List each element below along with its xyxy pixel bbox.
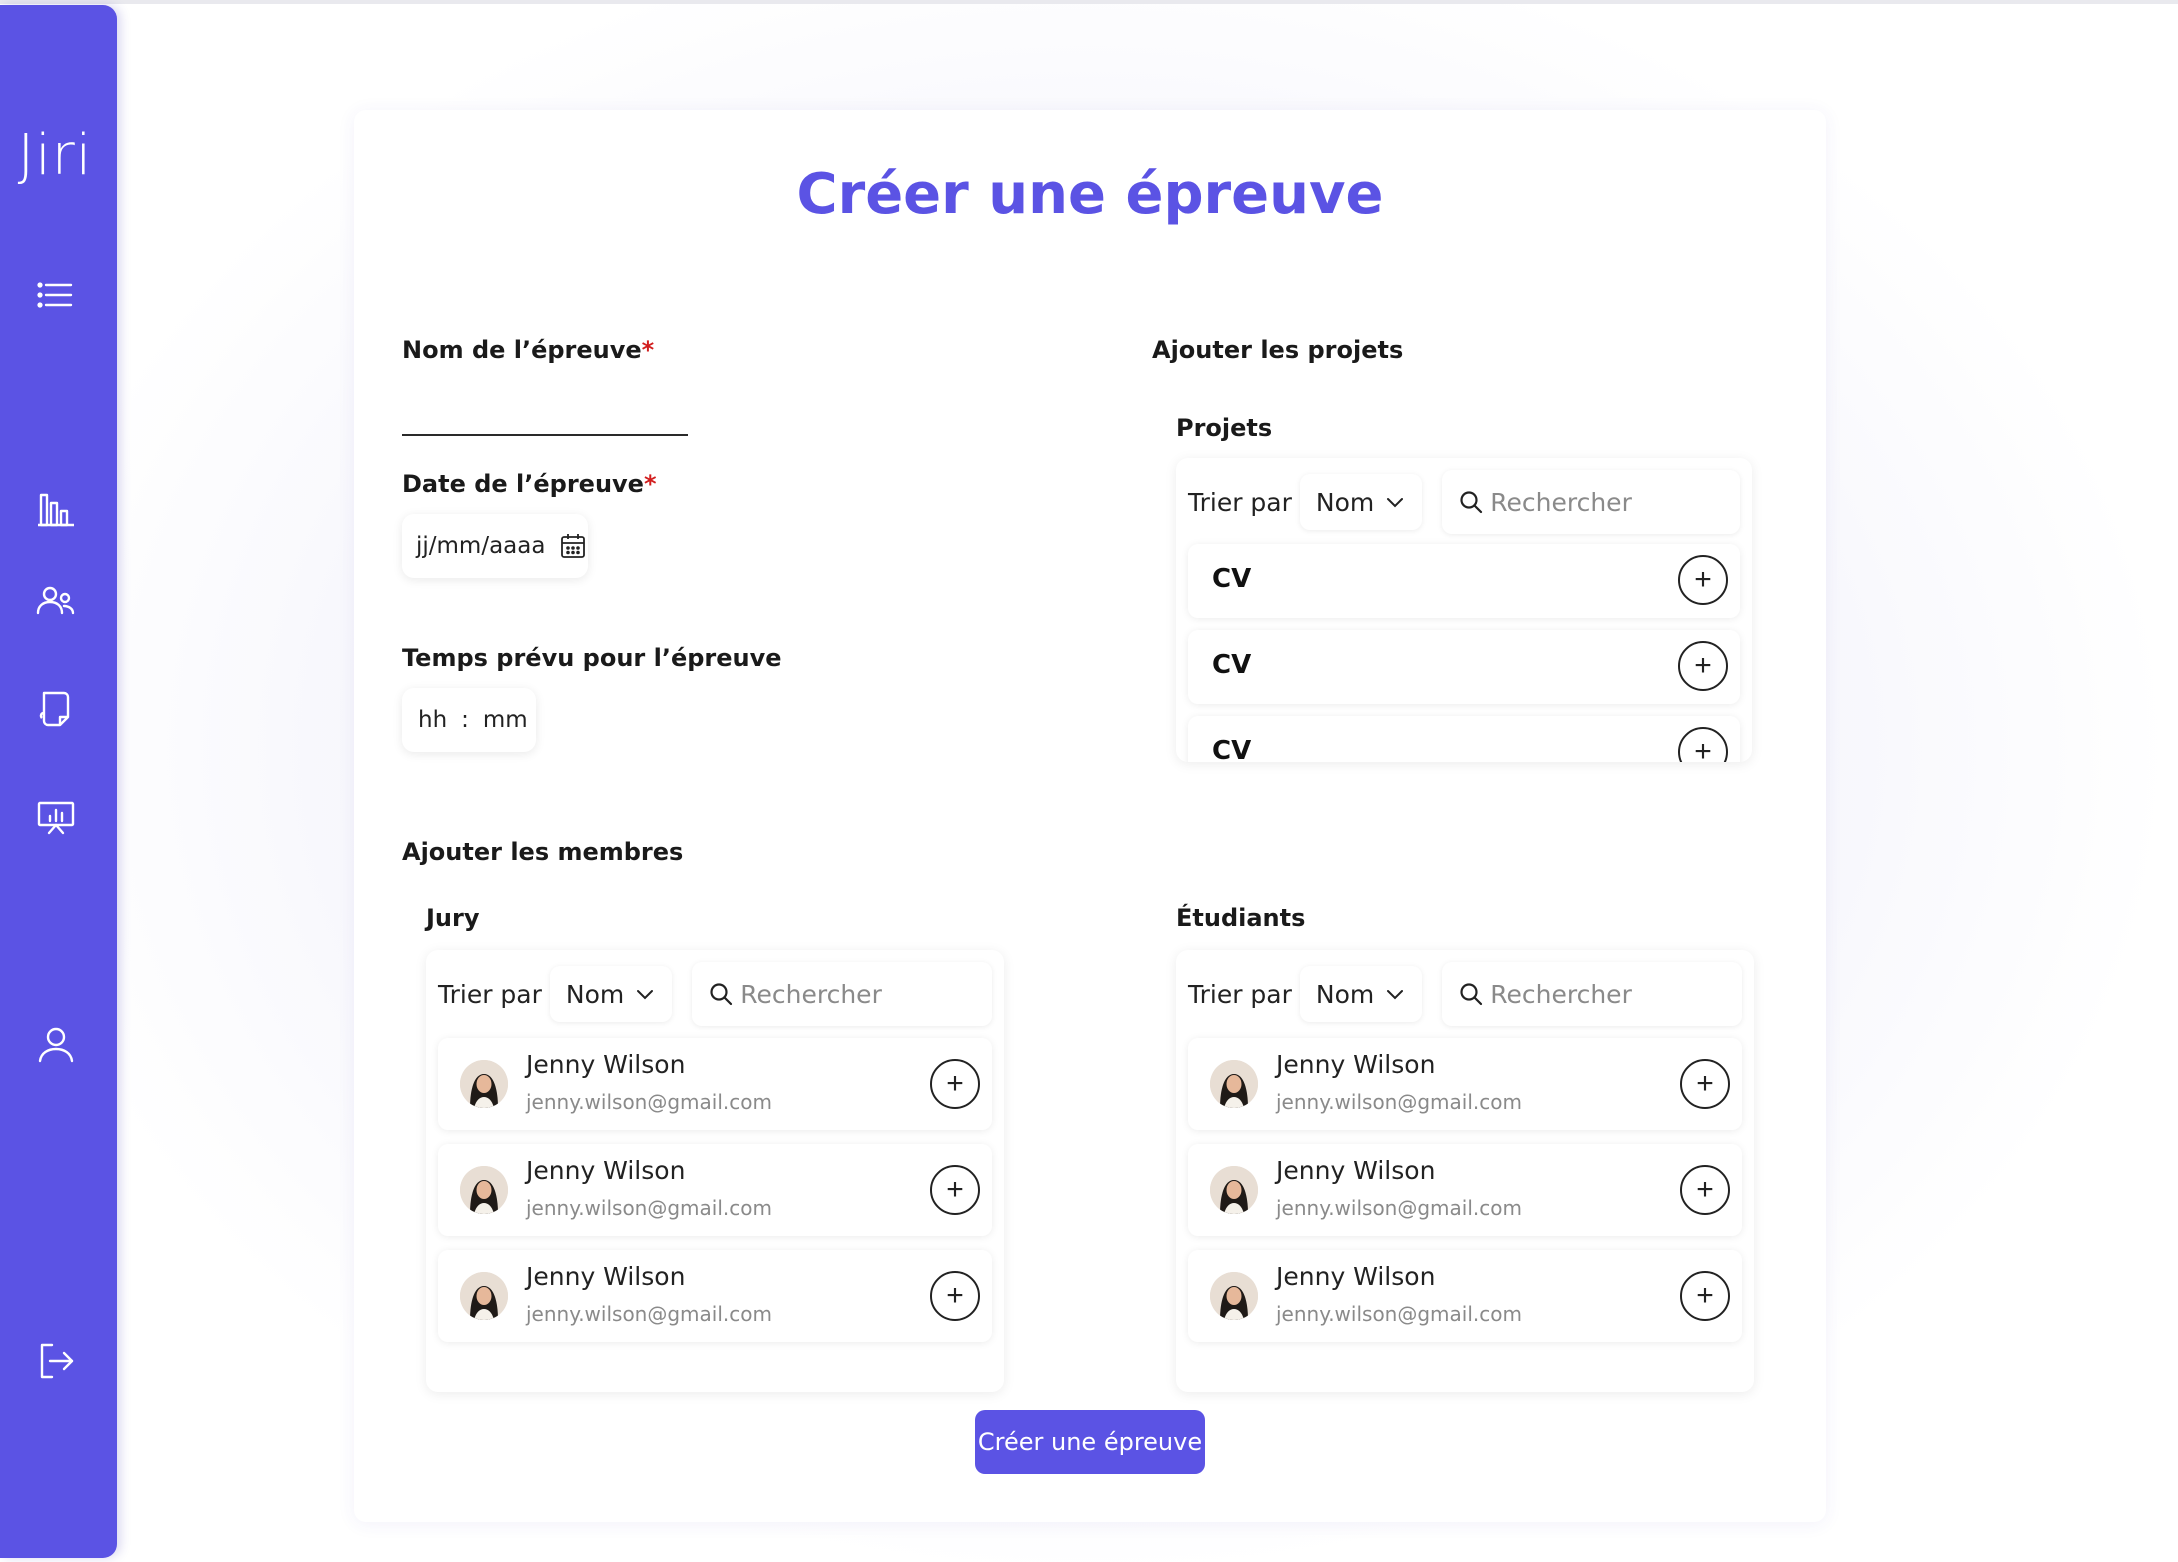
list-item: Jenny Wilson jenny.wilson@gmail.com + (438, 1144, 992, 1236)
sort-select[interactable]: Nom (549, 966, 673, 1022)
projects-section-title: Ajouter les projets (1152, 336, 1404, 364)
time-separator: : (461, 707, 469, 733)
list-item: CV + (1188, 544, 1740, 618)
person-name: Jenny Wilson (1276, 1156, 1436, 1185)
avatar (1210, 1060, 1258, 1108)
search-box (1442, 470, 1740, 534)
list-item: Jenny Wilson jenny.wilson@gmail.com + (438, 1250, 992, 1342)
avatar (1210, 1272, 1258, 1320)
add-project-button[interactable]: + (1678, 641, 1728, 691)
avatar (460, 1272, 508, 1320)
add-student-button[interactable]: + (1680, 1165, 1730, 1215)
person-name: Jenny Wilson (526, 1156, 686, 1185)
search-box (692, 962, 992, 1026)
person-email: jenny.wilson@gmail.com (526, 1196, 772, 1220)
members-section-title: Ajouter les membres (402, 838, 684, 866)
search-input[interactable] (1490, 487, 1740, 517)
logout-icon[interactable] (34, 1339, 78, 1383)
project-name: CV (1212, 650, 1252, 680)
list-item: Jenny Wilson jenny.wilson@gmail.com + (1188, 1250, 1742, 1342)
exam-duration-label: Temps prévu pour l’épreuve (402, 644, 782, 672)
search-icon (1460, 983, 1483, 1006)
app-logo: Jiri (17, 123, 93, 188)
avatar (460, 1166, 508, 1214)
chevron-down-icon (1387, 498, 1404, 508)
presentation-icon[interactable] (34, 795, 78, 839)
users-icon[interactable] (34, 579, 78, 623)
search-input[interactable] (740, 979, 992, 1009)
top-divider (0, 0, 2178, 4)
person-email: jenny.wilson@gmail.com (526, 1302, 772, 1326)
add-jury-button[interactable]: + (930, 1059, 980, 1109)
person-email: jenny.wilson@gmail.com (1276, 1196, 1522, 1220)
sort-value: Nom (565, 979, 625, 1009)
list-item: Jenny Wilson jenny.wilson@gmail.com + (1188, 1038, 1742, 1130)
create-exam-card: Créer une épreuve Nom de l’épreuve* Date… (354, 110, 1826, 1522)
students-toolbar: Trier par Nom (1188, 962, 1742, 1026)
search-input[interactable] (1490, 979, 1742, 1009)
jury-panel-title: Jury (426, 904, 480, 932)
projects-panel-title: Projets (1176, 414, 1273, 442)
date-placeholder: jj/mm/aaaa (416, 533, 546, 559)
sort-select[interactable]: Nom (1299, 966, 1423, 1022)
search-box (1442, 962, 1742, 1026)
add-project-button[interactable]: + (1678, 727, 1728, 762)
add-student-button[interactable]: + (1680, 1059, 1730, 1109)
exam-duration-input[interactable]: hh : mm (402, 688, 536, 752)
minutes-field[interactable]: mm (483, 707, 528, 733)
person-name: Jenny Wilson (1276, 1262, 1436, 1291)
add-project-button[interactable]: + (1678, 555, 1728, 605)
document-icon[interactable] (34, 685, 78, 729)
projects-toolbar: Trier par Nom (1188, 470, 1740, 534)
avatar (1210, 1166, 1258, 1214)
sort-select[interactable]: Nom (1299, 474, 1423, 530)
add-student-button[interactable]: + (1680, 1271, 1730, 1321)
sort-label: Trier par (1188, 979, 1292, 1009)
page-title: Créer une épreuve (796, 162, 1384, 227)
exam-name-input[interactable] (402, 400, 688, 436)
list-item: Jenny Wilson jenny.wilson@gmail.com + (438, 1038, 992, 1130)
bar-chart-icon[interactable] (34, 487, 78, 531)
hours-field[interactable]: hh (418, 707, 447, 733)
chevron-down-icon (637, 990, 654, 1000)
students-panel-title: Étudiants (1176, 904, 1306, 932)
search-icon (710, 983, 733, 1006)
exam-date-label: Date de l’épreuve* (402, 470, 657, 498)
students-panel: Trier par Nom Jenny Wilson jenny.wilson@… (1176, 950, 1754, 1392)
create-exam-button[interactable]: Créer une épreuve (975, 1410, 1205, 1474)
menu-list-icon[interactable] (34, 273, 78, 317)
exam-date-input[interactable]: jj/mm/aaaa (402, 514, 588, 578)
project-name: CV (1212, 564, 1252, 594)
chevron-down-icon (1387, 990, 1404, 1000)
user-profile-icon[interactable] (34, 1023, 78, 1067)
jury-panel: Trier par Nom Jenny Wilson jenny.wilson@… (426, 950, 1004, 1392)
person-email: jenny.wilson@gmail.com (1276, 1090, 1522, 1114)
project-name: CV (1212, 736, 1252, 762)
person-name: Jenny Wilson (1276, 1050, 1436, 1079)
person-email: jenny.wilson@gmail.com (1276, 1302, 1522, 1326)
add-jury-button[interactable]: + (930, 1165, 980, 1215)
avatar (460, 1060, 508, 1108)
sort-label: Trier par (1188, 487, 1292, 517)
calendar-icon[interactable] (559, 532, 587, 560)
person-email: jenny.wilson@gmail.com (526, 1090, 772, 1114)
list-item: Jenny Wilson jenny.wilson@gmail.com + (1188, 1144, 1742, 1236)
projects-panel: Trier par Nom CV + CV + CV + (1176, 458, 1752, 762)
list-item: CV + (1188, 630, 1740, 704)
list-item: CV + (1188, 716, 1740, 762)
add-jury-button[interactable]: + (930, 1271, 980, 1321)
person-name: Jenny Wilson (526, 1050, 686, 1079)
sort-label: Trier par (438, 979, 542, 1009)
sort-value: Nom (1315, 979, 1375, 1009)
exam-name-label: Nom de l’épreuve* (402, 336, 655, 364)
jury-toolbar: Trier par Nom (438, 962, 992, 1026)
search-icon (1460, 491, 1483, 514)
sidebar: Jiri (0, 5, 117, 1558)
sort-value: Nom (1315, 487, 1375, 517)
person-name: Jenny Wilson (526, 1262, 686, 1291)
